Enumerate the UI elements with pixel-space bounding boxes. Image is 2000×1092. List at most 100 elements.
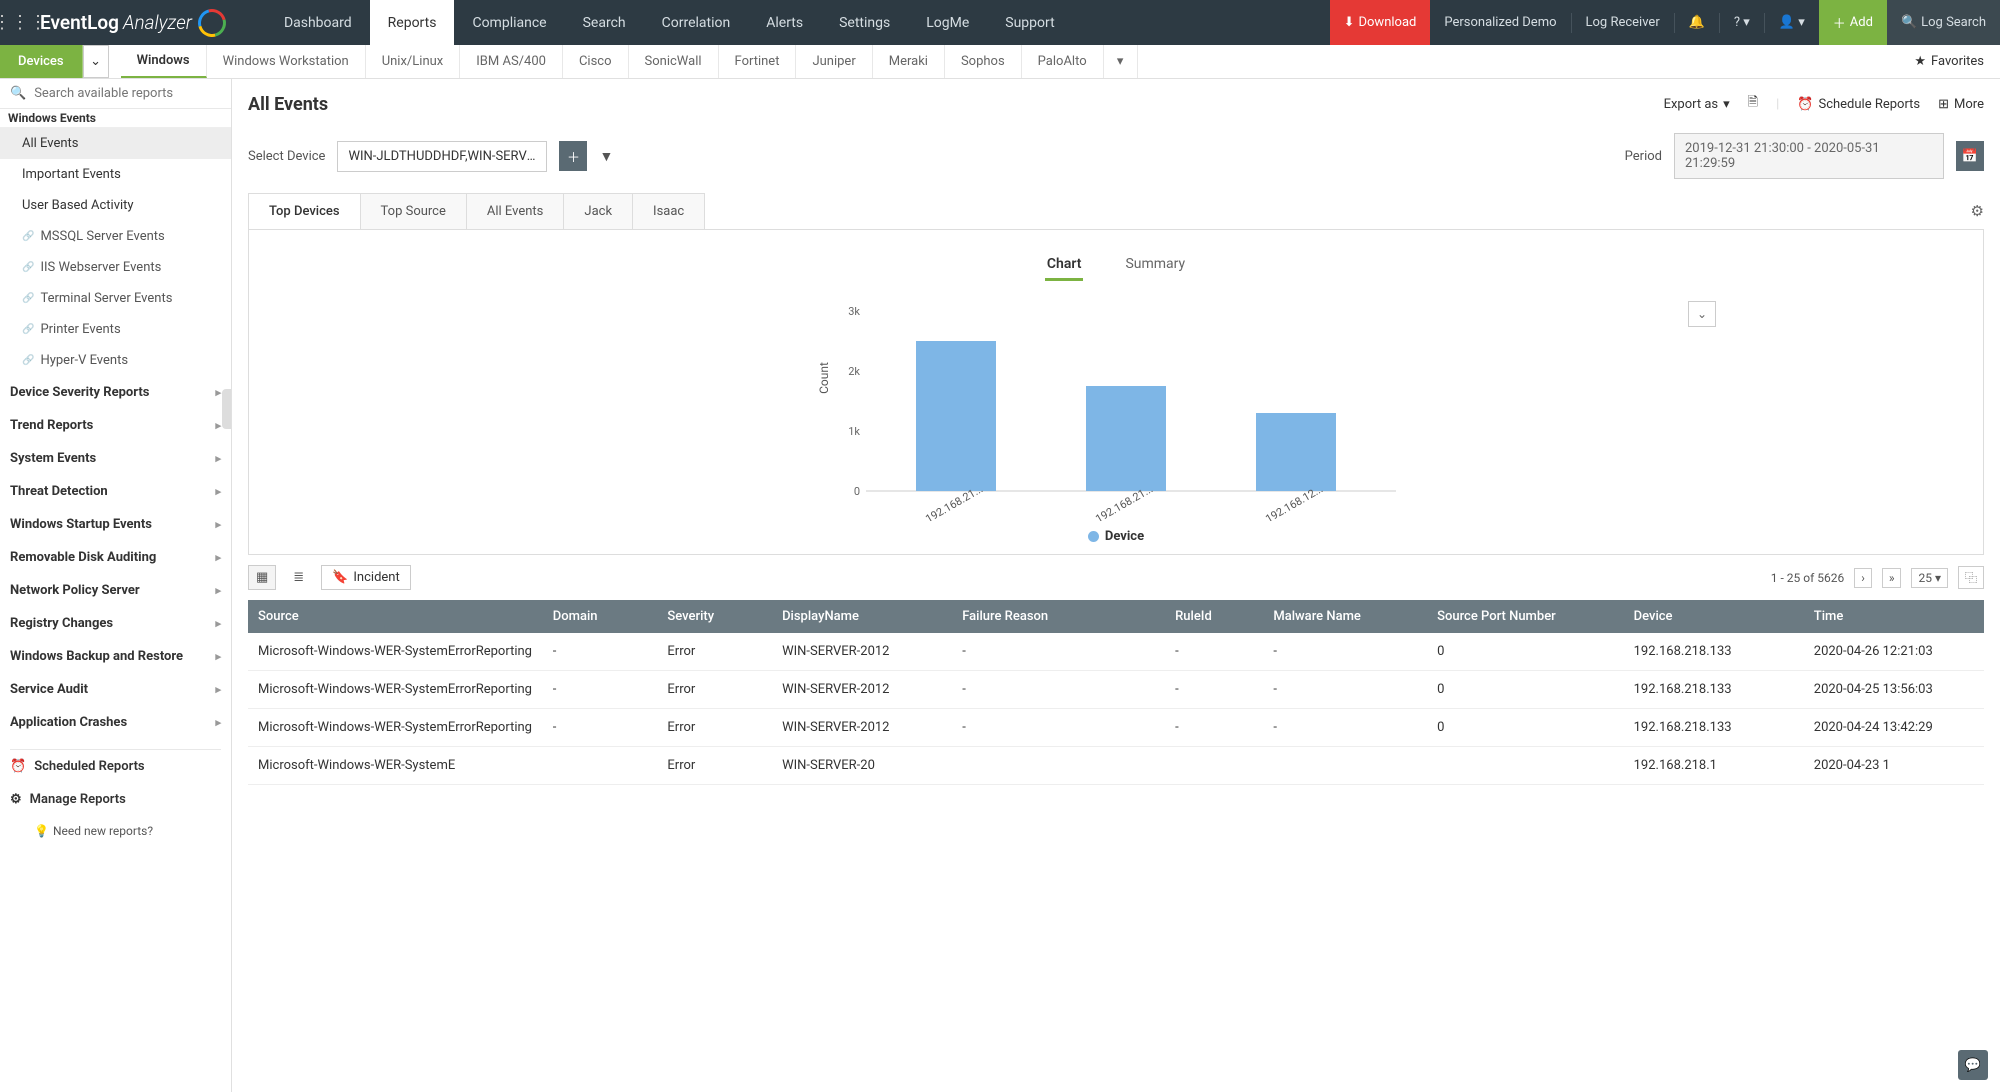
nav-settings[interactable]: Settings [821,0,908,45]
nav-logme[interactable]: LogMe [908,0,987,45]
list-view-button[interactable]: ≣ [286,566,311,589]
os-tab-windows[interactable]: Windows [121,45,207,78]
tab-settings-icon[interactable]: ⚙ [1971,202,1984,220]
chart-options-dropdown[interactable]: ⌄ [1688,301,1716,327]
os-tab-unix-linux[interactable]: Unix/Linux [366,45,461,78]
nav-support[interactable]: Support [987,0,1072,45]
manage-reports-link[interactable]: ⚙Manage Reports [10,783,221,816]
sidebar-group-system-events[interactable]: System Events [0,442,231,475]
os-tab-fortinet[interactable]: Fortinet [719,45,797,78]
col-malware-name[interactable]: Malware Name [1263,600,1427,633]
sidebar-group-network-policy-server[interactable]: Network Policy Server [0,574,231,607]
nav-compliance[interactable]: Compliance [454,0,564,45]
add-device-button[interactable]: ＋ [559,141,587,171]
gear-icon: ⚙ [10,792,22,807]
notification-icon[interactable]: 🔔 [1675,0,1719,45]
chart-tab-summary[interactable]: Summary [1123,250,1187,281]
nav-reports[interactable]: Reports [370,0,455,45]
os-tab-juniper[interactable]: Juniper [796,45,872,78]
col-domain[interactable]: Domain [543,600,658,633]
table-row[interactable]: Microsoft-Windows-WER-SystemErrorReporti… [248,671,1984,709]
search-reports-input[interactable] [34,86,221,101]
sidebar-group-device-severity-reports[interactable]: Device Severity Reports [0,376,231,409]
add-button[interactable]: ＋ Add [1819,0,1887,45]
logo[interactable]: EventLog Analyzer [40,9,226,37]
sidebar-link-mssql-server-events[interactable]: MSSQL Server Events [0,221,231,252]
sidebar-collapse-handle[interactable] [222,389,232,429]
period-input[interactable]: 2019-12-31 21:30:00 - 2020-05-31 21:29:5… [1674,133,1944,179]
export-icon[interactable]: 🗎 [1748,93,1758,115]
view-tab-isaac[interactable]: Isaac [633,194,704,229]
os-tab-paloalto[interactable]: PaloAlto [1022,45,1104,78]
nav-alerts[interactable]: Alerts [748,0,821,45]
col-source-port-number[interactable]: Source Port Number [1427,600,1624,633]
sidebar-link-iis-webserver-events[interactable]: IIS Webserver Events [0,252,231,283]
col-source[interactable]: Source [248,600,543,633]
devices-button[interactable]: Devices [0,45,83,78]
view-tab-top-devices[interactable]: Top Devices [249,194,361,229]
col-failure-reason[interactable]: Failure Reason [952,600,1165,633]
os-tab-sonicwall[interactable]: SonicWall [629,45,719,78]
pager-last[interactable]: » [1882,568,1902,588]
device-input[interactable]: WIN-JLDTHUDDHDF,WIN-SERVER-2012 [337,141,547,172]
view-tab-top-source[interactable]: Top Source [361,194,467,229]
columns-button[interactable]: ⿻ [1958,566,1984,589]
table-row[interactable]: Microsoft-Windows-WER-SystemEErrorWIN-SE… [248,747,1984,785]
sidebar-group-application-crashes[interactable]: Application Crashes [0,706,231,739]
os-tab-sophos[interactable]: Sophos [945,45,1022,78]
view-tab-jack[interactable]: Jack [564,194,633,229]
nav-search[interactable]: Search [565,0,644,45]
sidebar-item-important-events[interactable]: Important Events [0,159,231,190]
chat-fab[interactable]: 💬 [1958,1050,1988,1080]
col-time[interactable]: Time [1804,600,1984,633]
sidebar-item-user-based-activity[interactable]: User Based Activity [0,190,231,221]
export-as-menu[interactable]: Export as ▾ [1664,97,1730,112]
filter-icon[interactable]: ▼ [599,148,613,165]
table-row[interactable]: Microsoft-Windows-WER-SystemErrorReporti… [248,709,1984,747]
nav-dashboard[interactable]: Dashboard [266,0,370,45]
col-device[interactable]: Device [1624,600,1804,633]
log-receiver-link[interactable]: Log Receiver [1572,0,1674,45]
sidebar-group-windows-backup-and-restore[interactable]: Windows Backup and Restore [0,640,231,673]
os-tab-meraki[interactable]: Meraki [873,45,945,78]
table-row[interactable]: Microsoft-Windows-WER-SystemErrorReporti… [248,633,1984,671]
sidebar-item-all-events[interactable]: All Events [0,128,231,159]
view-tab-all-events[interactable]: All Events [467,194,565,229]
sidebar-group-windows-startup-events[interactable]: Windows Startup Events [0,508,231,541]
page-size-select[interactable]: 25 ▾ [1911,568,1948,588]
sidebar-group-registry-changes[interactable]: Registry Changes [0,607,231,640]
devices-dropdown[interactable]: ⌄ [83,45,109,78]
sidebar-link-hyper-v-events[interactable]: Hyper-V Events [0,345,231,376]
col-ruleid[interactable]: RuleId [1165,600,1263,633]
sidebar-group-threat-detection[interactable]: Threat Detection [0,475,231,508]
personalized-demo-link[interactable]: Personalized Demo [1430,0,1570,45]
apps-grid-icon[interactable]: ⋮⋮⋮ [0,12,40,33]
grid-view-button[interactable]: ▦ [248,565,276,590]
os-tab-more[interactable]: ▾ [1104,45,1138,78]
schedule-reports-link[interactable]: ⏰ Schedule Reports [1797,97,1920,112]
chart-tab-chart[interactable]: Chart [1045,250,1084,281]
os-tab-ibm-as-400[interactable]: IBM AS/400 [460,45,563,78]
os-tab-windows-workstation[interactable]: Windows Workstation [207,45,366,78]
sidebar-group-removable-disk-auditing[interactable]: Removable Disk Auditing [0,541,231,574]
sidebar-link-terminal-server-events[interactable]: Terminal Server Events [0,283,231,314]
pager-next[interactable]: › [1854,568,1872,588]
col-severity[interactable]: Severity [657,600,772,633]
col-displayname[interactable]: DisplayName [772,600,952,633]
user-menu[interactable]: 👤 ▾ [1765,0,1819,45]
events-table: SourceDomainSeverityDisplayNameFailure R… [248,600,1984,785]
os-tab-cisco[interactable]: Cisco [563,45,629,78]
incident-button[interactable]: 🔖Incident [321,565,411,590]
download-button[interactable]: ⬇ Download [1330,0,1431,45]
sidebar-group-trend-reports[interactable]: Trend Reports [0,409,231,442]
help-menu[interactable]: ? ▾ [1720,0,1764,45]
calendar-button[interactable]: 📅 [1956,141,1984,171]
log-search-button[interactable]: 🔍 Log Search [1887,0,2000,45]
sidebar-group-service-audit[interactable]: Service Audit [0,673,231,706]
nav-correlation[interactable]: Correlation [644,0,749,45]
need-new-reports-hint[interactable]: 💡Need new reports? [10,816,221,846]
more-menu[interactable]: ⊞ More [1938,97,1984,112]
scheduled-reports-link[interactable]: ⏰Scheduled Reports [10,750,221,783]
favorites-link[interactable]: ★ Favorites [1898,45,2000,78]
sidebar-link-printer-events[interactable]: Printer Events [0,314,231,345]
